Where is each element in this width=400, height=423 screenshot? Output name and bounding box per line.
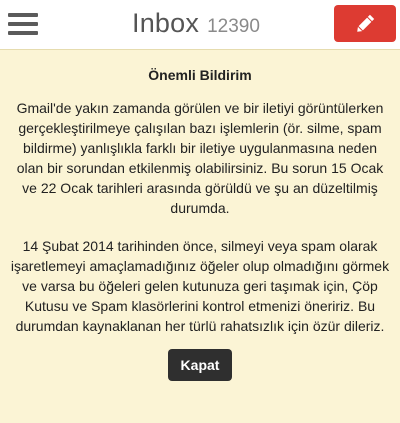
inbox-label: Inbox: [132, 8, 200, 38]
notice-paragraph-1: Gmail'de yakın zamanda görülen ve bir il…: [16, 100, 384, 216]
unread-count: 12390: [207, 16, 260, 37]
menu-line: [8, 31, 38, 35]
compose-button[interactable]: [334, 5, 396, 42]
mailbox-title: Inbox 12390: [132, 8, 260, 39]
hamburger-menu-icon[interactable]: [8, 12, 40, 38]
notice-paragraph-2: 14 Şubat 2014 tarihinden önce, silmeyi v…: [10, 238, 390, 334]
notice-title: Önemli Bildirim: [148, 67, 252, 83]
menu-line: [8, 13, 38, 17]
pencil-icon: [357, 14, 375, 32]
menu-line: [8, 22, 38, 26]
close-button[interactable]: Kapat: [168, 349, 232, 381]
gmail-mobile-app: Inbox 12390 Önemli Bildirim Gmail'de yak…: [0, 0, 400, 423]
top-bar: Inbox 12390: [0, 0, 400, 50]
important-notice-panel: Önemli Bildirim Gmail'de yakın zamanda g…: [0, 51, 400, 423]
